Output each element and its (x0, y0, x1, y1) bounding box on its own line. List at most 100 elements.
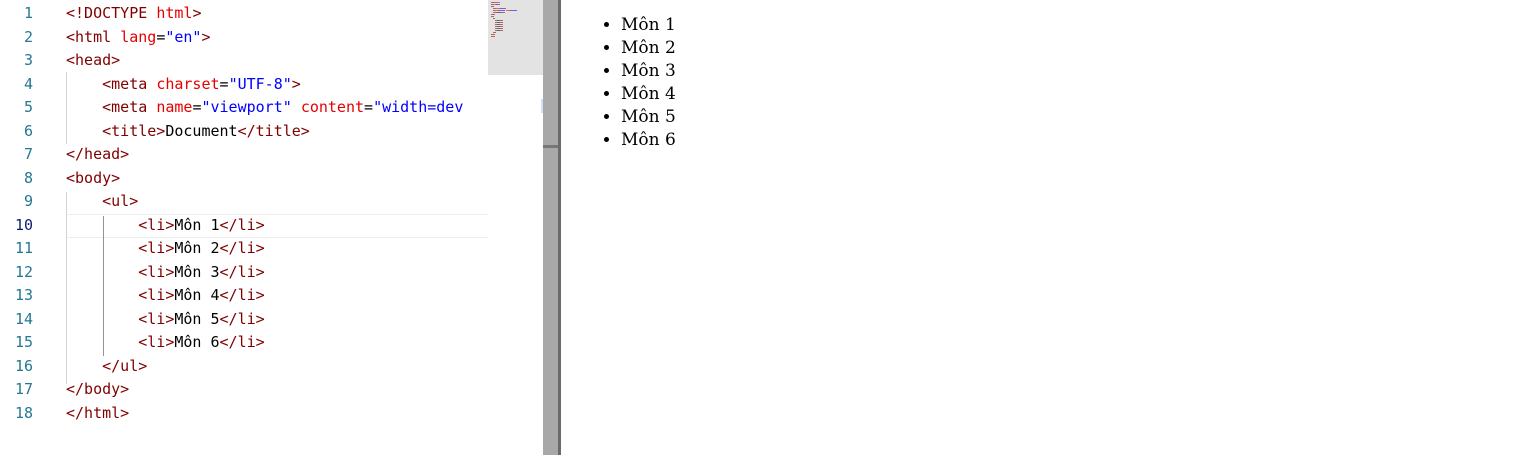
code-line[interactable]: 6 <title>Document</title> (0, 119, 488, 143)
minimap-token (500, 24, 503, 25)
list-item: Môn 6 (621, 129, 676, 152)
code-line[interactable]: 10 <li>Môn 1</li> (0, 213, 488, 237)
code-text: <head> (66, 48, 120, 72)
minimap-token (500, 26, 503, 27)
minimap-token (500, 20, 503, 21)
code-text: <meta name="viewport" content="width=dev (66, 95, 463, 119)
minimap-token (501, 12, 505, 13)
preview-list: Môn 1 Môn 2 Môn 3 Môn 4 Môn 5 Môn 6 (621, 14, 676, 152)
code-token: <li> (138, 215, 175, 234)
code-text: <li>Môn 6</li> (66, 330, 264, 354)
minimap[interactable] (488, 0, 543, 455)
minimap-token (491, 36, 495, 37)
code-token: <meta (102, 98, 157, 116)
code-token: <head> (66, 51, 121, 69)
code-token: <body> (66, 168, 121, 187)
code-line[interactable]: 4 <meta charset="UTF-8"> (0, 72, 488, 96)
line-number: 11 (14, 239, 33, 257)
code-line[interactable]: 3 <head> (0, 48, 488, 72)
code-text: <ul> (66, 189, 138, 213)
code-line[interactable]: 16 </ul> (0, 354, 488, 378)
code-text: </ul> (66, 354, 147, 378)
code-line[interactable]: 12 <li>Môn 3</li> (0, 260, 488, 284)
code-line[interactable]: 13 <li>Môn 4</li> (0, 283, 488, 307)
code-line[interactable]: 14 <li>Môn 5</li> (0, 307, 488, 331)
code-token: html (156, 4, 193, 22)
line-number: 3 (23, 51, 33, 69)
code-line[interactable]: 17 </body> (0, 377, 488, 401)
line-number: 10 (14, 215, 33, 234)
code-text: </head> (66, 142, 129, 166)
minimap-token (493, 32, 496, 33)
list-item: Môn 2 (621, 37, 676, 60)
code-token: Document (165, 121, 238, 140)
code-token: "en" (165, 27, 202, 46)
line-number: 15 (14, 333, 33, 351)
code-line[interactable]: 11 <li>Môn 2</li> (0, 236, 488, 260)
minimap-token (491, 14, 495, 15)
code-token: </li> (219, 309, 265, 328)
line-number: 8 (23, 168, 33, 187)
line-number: 12 (14, 262, 33, 281)
code-token: </li> (219, 286, 265, 304)
code-token: </body> (66, 380, 130, 398)
code-token: </ul> (102, 356, 148, 375)
code-line[interactable]: 1 <!DOCTYPE html> (0, 1, 488, 25)
line-number: 1 (23, 4, 33, 22)
code-editor[interactable]: 1 <!DOCTYPE html> 2 <html lang="en"> 3 <head>… (0, 0, 488, 455)
code-text: <li>Môn 1</li> (66, 213, 265, 237)
code-token: "width=dev (373, 98, 464, 116)
code-line[interactable]: 7 </head> (0, 142, 488, 166)
code-token: </li> (219, 262, 265, 281)
minimap-token (499, 4, 500, 5)
code-token: "viewport" (201, 98, 292, 116)
minimap-token (491, 34, 495, 35)
code-text: <!DOCTYPE html> (66, 1, 201, 25)
code-token: lang (120, 27, 157, 46)
code-line[interactable]: 2 <html lang="en"> (0, 25, 488, 49)
code-token: <li> (138, 239, 175, 257)
code-token: Môn 3 (174, 262, 220, 281)
minimap-token (500, 22, 503, 23)
minimap-token (491, 16, 494, 17)
code-token: Môn 2 (174, 239, 220, 257)
code-token: = (156, 27, 166, 46)
code-token: <ul> (102, 192, 139, 210)
line-number: 13 (14, 286, 33, 304)
code-token: > (192, 4, 202, 22)
code-token: name (156, 98, 193, 116)
code-token: <li> (138, 309, 175, 328)
code-text: <title>Document</title> (66, 119, 310, 143)
code-line[interactable]: 9 <ul> (0, 189, 488, 213)
code-token: <meta (102, 74, 157, 93)
code-text: </body> (66, 377, 129, 401)
code-token: Môn 5 (174, 309, 220, 328)
code-text: <li>Môn 3</li> (66, 260, 265, 284)
list-item: Môn 5 (621, 106, 676, 129)
code-line[interactable]: 18 </html> (0, 401, 488, 425)
list-item: Môn 3 (621, 60, 676, 83)
line-number: 6 (23, 121, 33, 140)
code-text: <li>Môn 5</li> (66, 307, 265, 331)
line-number: 14 (14, 309, 33, 328)
code-token: Môn 6 (174, 333, 220, 351)
code-line[interactable]: 15 <li>Môn 6</li> (0, 330, 488, 354)
code-token: </li> (219, 215, 265, 234)
code-token: </html> (66, 403, 130, 422)
code-line[interactable]: 5 <meta name="viewport" content="width=d… (0, 95, 488, 119)
minimap-token (493, 18, 495, 19)
code-token: charset (156, 74, 220, 93)
code-token: content (300, 98, 365, 116)
list-item: Môn 1 (621, 14, 676, 37)
code-line[interactable]: 8 <body> (0, 166, 488, 190)
code-text: </html> (66, 401, 129, 425)
line-number: 7 (23, 145, 33, 163)
